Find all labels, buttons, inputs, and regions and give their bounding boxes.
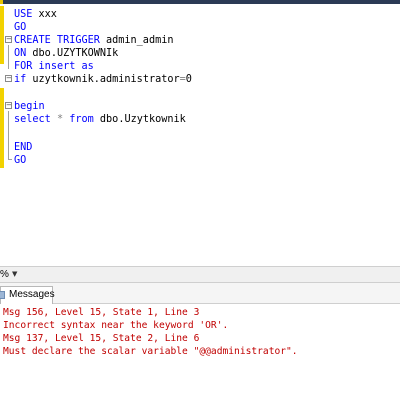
sql-keyword: ON (14, 48, 27, 59)
zoom-level[interactable]: % (0, 269, 9, 280)
sql-keyword: GO (14, 155, 27, 166)
code-text: select * from dbo.Uzytkownik (14, 113, 186, 126)
code-text: FOR insert as (14, 60, 94, 73)
message-line: Msg 156, Level 15, State 1, Line 3 (3, 307, 200, 318)
code-text: if uzytkownik.administrator=0 (14, 73, 192, 86)
zoom-bar: % ▼ (0, 266, 400, 283)
sql-token: 0 (185, 74, 192, 85)
sql-keyword: FOR (14, 61, 33, 72)
sql-token: xxx (32, 9, 57, 20)
outline-guide (8, 45, 9, 69)
collapse-minus-icon[interactable]: − (5, 75, 12, 82)
messages-icon (0, 291, 5, 299)
code-text: CREATE TRIGGER admin_admin (14, 34, 173, 47)
sql-keyword: END (14, 142, 33, 153)
sql-token: uzytkownik.administrator (26, 74, 180, 85)
outline-guide-end (8, 159, 12, 160)
code-text: GO (14, 21, 26, 34)
results-tab-strip: Messages (0, 283, 400, 304)
sql-keyword: begin (14, 101, 45, 112)
sql-keyword: select (14, 114, 51, 125)
query-editor[interactable]: − − − USE xxx GO CREATE TRIGGER admin_admi… (0, 4, 400, 266)
collapse-minus-icon[interactable]: − (5, 36, 12, 43)
chevron-down-icon[interactable]: ▼ (12, 270, 17, 278)
message-line: Msg 137, Level 15, State 2, Line 6 (3, 333, 200, 344)
collapse-minus-icon[interactable]: − (5, 102, 12, 109)
code-text: begin (14, 100, 45, 113)
code-text: GO (14, 154, 26, 167)
sql-keyword: if (14, 74, 27, 85)
sql-keyword: USE (14, 9, 33, 20)
code-text: END (14, 141, 32, 154)
sql-keyword: CREATE TRIGGER (14, 35, 100, 46)
messages-pane: Msg 156, Level 15, State 1, Line 3 Incor… (0, 304, 400, 401)
sql-keyword: from (69, 114, 94, 125)
change-tracking-bar (0, 88, 4, 168)
sql-keyword: as (81, 61, 94, 72)
message-line: Must declare the scalar variable "@@admi… (3, 346, 298, 357)
sql-token: dbo.Uzytkownik (93, 114, 186, 125)
message-line: Incorrect syntax near the keyword 'OR'. (3, 320, 229, 331)
tab-messages[interactable]: Messages (0, 286, 55, 304)
code-text: ON dbo.UZYTKOWNIk (14, 47, 118, 60)
code-text: USE xxx (14, 8, 57, 21)
outline-guide (8, 111, 9, 159)
sql-token: dbo.UZYTKOWNIk (26, 48, 119, 59)
change-tracking-bar (0, 6, 4, 64)
sql-keyword: insert (38, 61, 76, 72)
tab-messages-label: Messages (9, 289, 55, 300)
sql-keyword: GO (14, 22, 27, 33)
sql-token: admin_admin (99, 35, 174, 46)
